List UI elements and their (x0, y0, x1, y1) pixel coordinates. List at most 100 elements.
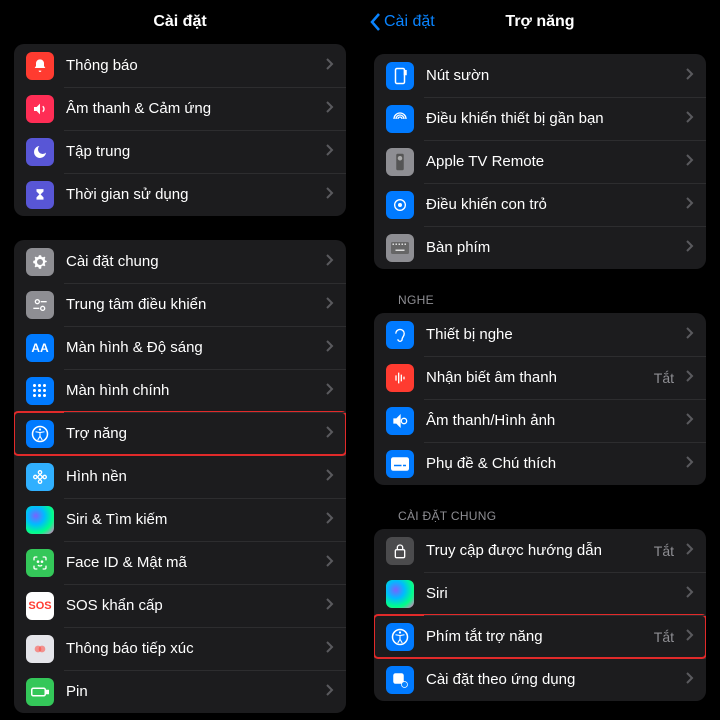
nav-bar: Cài đặt Trợ năng (360, 0, 720, 44)
side-button-icon (386, 62, 414, 90)
subtitles-icon (386, 450, 414, 478)
label: Nút sườn (426, 67, 674, 84)
chevron-right-icon (686, 671, 694, 688)
row-home-screen[interactable]: Màn hình chính (14, 369, 346, 412)
chevron-right-icon (326, 100, 334, 117)
row-battery[interactable]: Pin (14, 670, 346, 713)
label: Apple TV Remote (426, 153, 674, 170)
row-subtitles[interactable]: Phụ đề & Chú thích (374, 442, 706, 485)
chevron-right-icon (326, 253, 334, 270)
row-apple-tv-remote[interactable]: Apple TV Remote (374, 140, 706, 183)
row-guided-access[interactable]: Truy cập được hướng dẫn Tắt (374, 529, 706, 572)
row-per-app-settings[interactable]: Cài đặt theo ứng dụng (374, 658, 706, 701)
label: Truy cập được hướng dẫn (426, 542, 642, 559)
chevron-right-icon (686, 412, 694, 429)
chevron-right-icon (686, 369, 694, 386)
row-keyboards[interactable]: Bàn phím (374, 226, 706, 269)
row-exposure[interactable]: Thông báo tiếp xúc (14, 627, 346, 670)
nearby-icon (386, 105, 414, 133)
label: Hình nền (66, 468, 314, 485)
chevron-right-icon (326, 143, 334, 160)
label: Siri (426, 585, 674, 602)
nav-bar: Cài đặt (0, 0, 360, 44)
row-side-button[interactable]: Nút sườn (374, 54, 706, 97)
group-general: Cài đặt chung Trung tâm điều khiển AA Mà… (14, 240, 346, 713)
chevron-right-icon (326, 468, 334, 485)
label: Âm thanh/Hình ảnh (426, 412, 674, 429)
label: Cài đặt theo ứng dụng (426, 671, 674, 688)
row-wallpaper[interactable]: Hình nền (14, 455, 346, 498)
chevron-right-icon (686, 110, 694, 127)
battery-icon (26, 678, 54, 706)
chevron-right-icon (686, 239, 694, 256)
label: Nhận biết âm thanh (426, 369, 642, 386)
row-pointer-control[interactable]: Điều khiển con trỏ (374, 183, 706, 226)
chevron-right-icon (686, 628, 694, 645)
group-general-access: Truy cập được hướng dẫn Tắt Siri Phím tắ… (374, 529, 706, 701)
row-siri[interactable]: Siri (374, 572, 706, 615)
ear-icon (386, 321, 414, 349)
text-size-icon: AA (26, 334, 54, 362)
row-siri[interactable]: Siri & Tìm kiếm (14, 498, 346, 541)
row-sounds[interactable]: Âm thanh & Cảm ứng (14, 87, 346, 130)
exposure-icon (26, 635, 54, 663)
group-hearing: Thiết bị nghe Nhận biết âm thanh Tắt Âm … (374, 313, 706, 485)
gear-icon (26, 248, 54, 276)
row-audio-visual[interactable]: Âm thanh/Hình ảnh (374, 399, 706, 442)
group-notifications: Thông báo Âm thanh & Cảm ứng Tập trung (14, 44, 346, 216)
siri-icon (26, 506, 54, 534)
accessibility-icon (386, 623, 414, 651)
sos-icon: SOS (26, 592, 54, 620)
settings-pane: Cài đặt Thông báo Âm thanh & Cảm ứng (0, 0, 360, 720)
chevron-right-icon (686, 326, 694, 343)
chevron-right-icon (326, 554, 334, 571)
waveform-icon (386, 364, 414, 392)
row-hearing-devices[interactable]: Thiết bị nghe (374, 313, 706, 356)
section-general: CÀI ĐẶT CHUNG (374, 509, 706, 529)
chevron-right-icon (326, 339, 334, 356)
nav-title: Trợ năng (505, 13, 574, 31)
row-display[interactable]: AA Màn hình & Độ sáng (14, 326, 346, 369)
pointer-icon (386, 191, 414, 219)
per-app-icon (386, 666, 414, 694)
group-physical: Nút sườn Điều khiển thiết bị gần bạn App… (374, 54, 706, 269)
hourglass-icon (26, 181, 54, 209)
label: Thông báo (66, 57, 314, 74)
accessibility-pane: Cài đặt Trợ năng Nút sườn Điều khiển thi… (360, 0, 720, 720)
chevron-right-icon (326, 683, 334, 700)
lock-icon (386, 537, 414, 565)
label: Thiết bị nghe (426, 326, 674, 343)
row-screentime[interactable]: Thời gian sử dụng (14, 173, 346, 216)
row-nearby-device[interactable]: Điều khiển thiết bị gần bạn (374, 97, 706, 140)
row-accessibility-shortcut[interactable]: Phím tắt trợ năng Tắt (374, 615, 706, 658)
row-sos[interactable]: SOS SOS khẩn cấp (14, 584, 346, 627)
value: Tắt (654, 370, 674, 386)
label: Thời gian sử dụng (66, 186, 314, 203)
back-button[interactable]: Cài đặt (368, 12, 435, 32)
back-label: Cài đặt (384, 13, 435, 31)
row-focus[interactable]: Tập trung (14, 130, 346, 173)
faceid-icon (26, 549, 54, 577)
accessibility-icon (26, 420, 54, 448)
chevron-right-icon (686, 455, 694, 472)
flower-icon (26, 463, 54, 491)
label: Màn hình & Độ sáng (66, 339, 314, 356)
remote-icon (386, 148, 414, 176)
row-notifications[interactable]: Thông báo (14, 44, 346, 87)
siri-icon (386, 580, 414, 608)
label: Điều khiển thiết bị gần bạn (426, 110, 674, 127)
toggles-icon (26, 291, 54, 319)
label: Phụ đề & Chú thích (426, 455, 674, 472)
chevron-right-icon (686, 67, 694, 84)
chevron-right-icon (686, 153, 694, 170)
row-control-center[interactable]: Trung tâm điều khiển (14, 283, 346, 326)
row-general[interactable]: Cài đặt chung (14, 240, 346, 283)
chevron-right-icon (326, 597, 334, 614)
keyboard-icon (386, 234, 414, 262)
value: Tắt (654, 629, 674, 645)
chevron-right-icon (686, 542, 694, 559)
row-sound-recognition[interactable]: Nhận biết âm thanh Tắt (374, 356, 706, 399)
row-faceid[interactable]: Face ID & Mật mã (14, 541, 346, 584)
chevron-right-icon (326, 382, 334, 399)
row-accessibility[interactable]: Trợ năng (14, 412, 346, 455)
